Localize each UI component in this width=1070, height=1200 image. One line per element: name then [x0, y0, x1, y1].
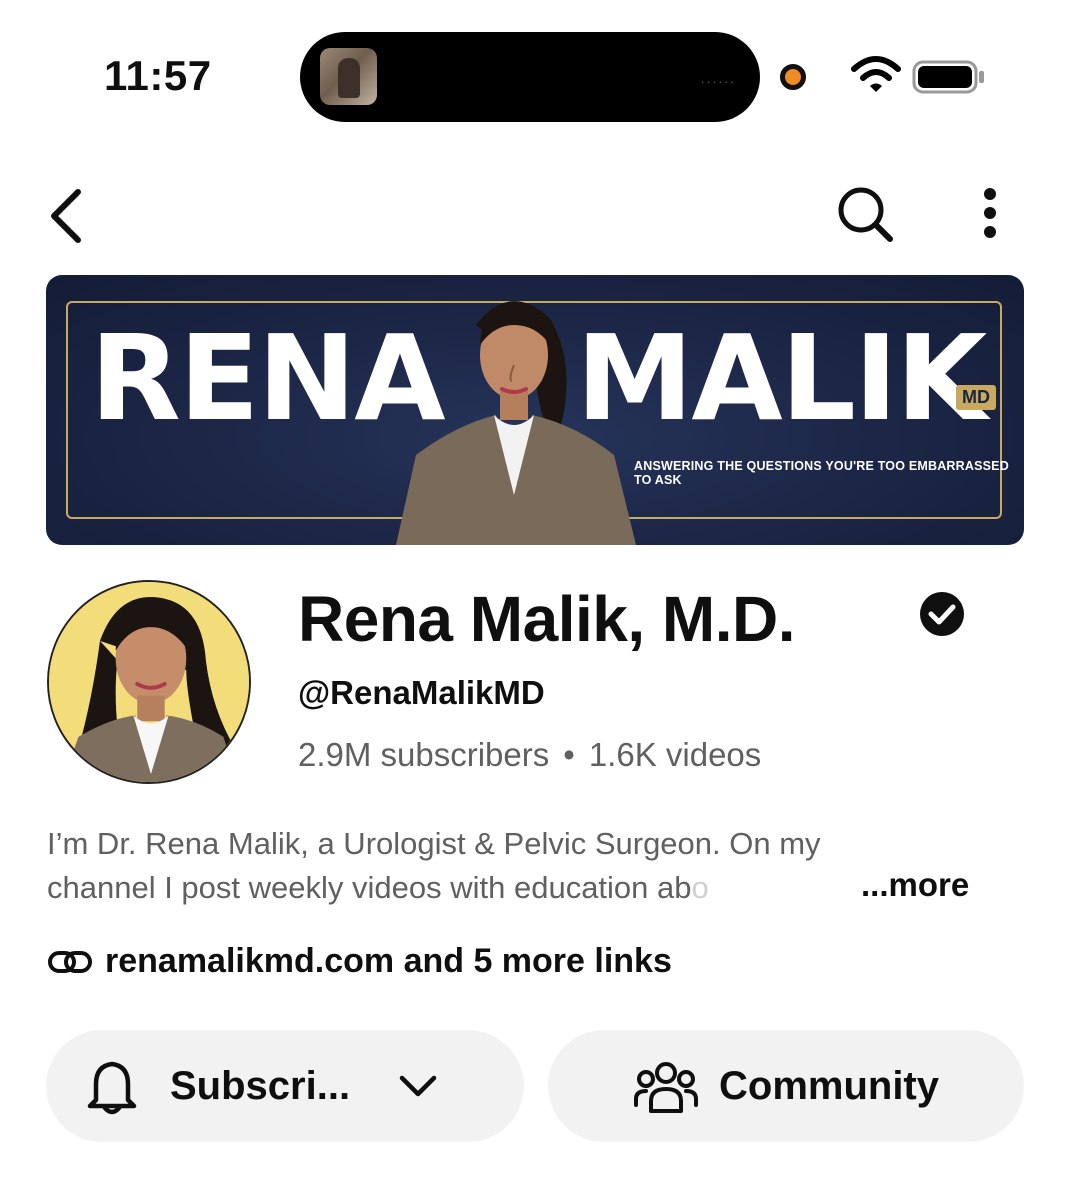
- banner-portrait-image: [396, 301, 636, 545]
- link-icon: [48, 950, 92, 973]
- channel-page: 11:57 ...... RENA MALIK MD ANSWERING THE…: [0, 0, 1070, 1200]
- battery-icon: [912, 60, 984, 94]
- channel-name: Rena Malik, M.D.: [298, 583, 796, 655]
- video-count: 1.6K videos: [588, 736, 762, 773]
- more-options-button[interactable]: [966, 180, 1016, 250]
- channel-avatar[interactable]: [47, 580, 251, 784]
- bell-icon: [84, 1056, 140, 1116]
- banner-md-badge: MD: [956, 385, 996, 410]
- wifi-icon: [851, 56, 901, 92]
- people-group-icon: [633, 1057, 699, 1115]
- channel-links[interactable]: renamalikmd.com and 5 more links: [47, 942, 672, 981]
- stats-separator: •: [563, 736, 575, 773]
- subscribe-label: Subscri...: [170, 1063, 351, 1108]
- verified-check-icon: [920, 592, 964, 636]
- chevron-down-icon: [398, 1073, 438, 1099]
- banner-tagline: ANSWERING THE QUESTIONS YOU'RE TOO EMBAR…: [634, 459, 1009, 487]
- recording-indicator: [780, 64, 806, 90]
- community-label: Community: [719, 1063, 939, 1108]
- description-line-2-text: channel I post weekly videos with educat…: [47, 870, 692, 905]
- search-button[interactable]: [830, 180, 900, 250]
- channel-handle: @RenaMalikMD: [298, 674, 545, 711]
- subscribe-button[interactable]: Subscri...: [46, 1030, 524, 1142]
- description-line-1: I’m Dr. Rena Malik, a Urologist & Pelvic…: [47, 826, 821, 861]
- channel-banner: RENA MALIK MD ANSWERING THE QUESTIONS YO…: [46, 275, 1024, 545]
- now-playing-thumbnail: [320, 48, 377, 105]
- community-button[interactable]: Community: [548, 1030, 1024, 1142]
- description-fade-text: o: [691, 870, 709, 905]
- subscriber-count: 2.9M subscribers: [298, 736, 550, 773]
- links-text: renamalikmd.com and 5 more links: [105, 942, 672, 980]
- dynamic-island[interactable]: ......: [300, 32, 760, 122]
- island-dots: ......: [700, 70, 736, 86]
- back-button[interactable]: [40, 180, 100, 250]
- description-more-link[interactable]: ...more: [857, 866, 970, 904]
- status-time: 11:57: [104, 52, 212, 99]
- channel-stats: 2.9M subscribers • 1.6K videos: [298, 736, 761, 774]
